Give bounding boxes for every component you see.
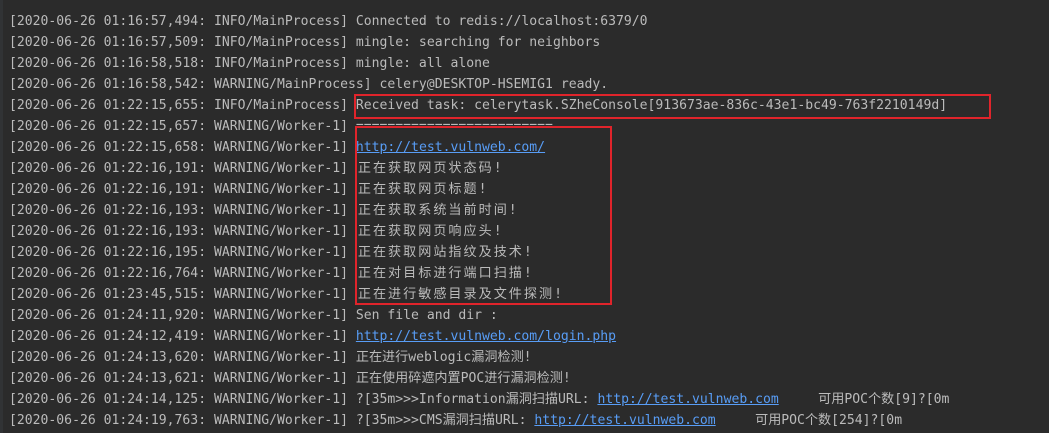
log-line: [2020-06-26 01:22:16,195: WARNING/Worker… (0, 242, 1049, 263)
log-prefix: [2020-06-26 01:22:16,191: WARNING/Worker… (9, 182, 348, 197)
log-prefix: [2020-06-26 01:24:14,125: WARNING/Worker… (9, 392, 348, 407)
log-message: Received task: celerytask.SZheConsole[91… (347, 98, 948, 113)
log-prefix: [2020-06-26 01:22:15,657: WARNING/Worker… (9, 119, 348, 134)
log-prefix: [2020-06-26 01:24:13,620: WARNING/Worker… (9, 350, 348, 365)
log-line: [2020-06-26 01:24:11,920: WARNING/Worker… (0, 305, 1049, 326)
log-line: [2020-06-26 01:22:15,657: WARNING/Worker… (0, 116, 1049, 137)
log-message: Sen file and dir : (347, 308, 498, 323)
log-line: [2020-06-26 01:16:58,542: WARNING/MainPr… (0, 74, 1049, 95)
log-suffix: 可用POC个数[9]?[0m (778, 392, 950, 407)
log-prefix: [2020-06-26 01:24:12,419: WARNING/Worker… (9, 329, 348, 344)
log-link[interactable]: http://test.vulnweb.com/login.php (356, 329, 616, 344)
log-prefix: [2020-06-26 01:23:45,515: WARNING/Worker… (9, 287, 348, 302)
log-message: 正在获取网页状态码! (347, 161, 504, 176)
log-message: mingle: all alone (347, 56, 490, 71)
run-console[interactable]: [2020-06-26 01:16:57,494: INFO/MainProce… (0, 0, 1049, 433)
log-prefix: [2020-06-26 01:22:15,655: INFO/MainProce… (9, 98, 348, 113)
log-prefix: [2020-06-26 01:24:13,621: WARNING/Worker… (9, 371, 348, 386)
log-suffix: 可用POC个数[254]?[0m (715, 413, 903, 428)
log-message: 正在获取网页标题! (347, 182, 489, 197)
log-message: 正在对目标进行端口扫描! (347, 266, 534, 281)
log-prefix: [2020-06-26 01:22:16,764: WARNING/Worker… (9, 266, 348, 281)
log-link[interactable]: http://test.vulnweb.com (534, 413, 715, 428)
log-line: [2020-06-26 01:24:14,125: WARNING/Worker… (0, 389, 1049, 410)
log-prefix: [2020-06-26 01:22:16,191: WARNING/Worker… (9, 161, 348, 176)
log-message: ?[35m>>>CMS漏洞扫描URL: (347, 413, 535, 428)
log-line: [2020-06-26 01:24:13,620: WARNING/Worker… (0, 347, 1049, 368)
log-prefix: [2020-06-26 01:24:11,920: WARNING/Worker… (9, 308, 348, 323)
log-line: [2020-06-26 01:22:16,191: WARNING/Worker… (0, 179, 1049, 200)
log-message: 正在进行weblogic漏洞检测! (347, 350, 532, 365)
log-link[interactable]: http://test.vulnweb.com (597, 392, 778, 407)
log-line: [2020-06-26 01:22:16,193: WARNING/Worker… (0, 221, 1049, 242)
log-prefix: [2020-06-26 01:22:16,195: WARNING/Worker… (9, 245, 348, 260)
log-message: mingle: searching for neighbors (347, 35, 601, 50)
log-message: 正在进行敏感目录及文件探测! (347, 287, 564, 302)
log-line: [2020-06-26 01:22:16,191: WARNING/Worker… (0, 158, 1049, 179)
log-line: [2020-06-26 01:24:12,419: WARNING/Worker… (0, 326, 1049, 347)
log-line: [2020-06-26 01:23:45,515: WARNING/Worker… (0, 284, 1049, 305)
log-message (348, 329, 356, 344)
log-message: 正在获取网页响应头! (347, 224, 504, 239)
log-prefix: [2020-06-26 01:16:57,509: INFO/MainProce… (9, 35, 348, 50)
log-message: 正在获取网站指纹及技术! (347, 245, 534, 260)
log-line: [2020-06-26 01:22:15,655: INFO/MainProce… (0, 95, 1049, 116)
log-message: celery@DESKTOP-HSEMIG1 ready. (371, 77, 609, 92)
log-line: [2020-06-26 01:22:16,193: WARNING/Worker… (0, 200, 1049, 221)
log-prefix: [2020-06-26 01:16:57,494: INFO/MainProce… (9, 14, 348, 29)
log-link[interactable]: http://test.vulnweb.com/ (356, 140, 545, 155)
log-prefix: [2020-06-26 01:22:16,193: WARNING/Worker… (9, 224, 348, 239)
log-line: [2020-06-26 01:24:19,763: WARNING/Worker… (0, 410, 1049, 431)
log-prefix: [2020-06-26 01:22:16,193: WARNING/Worker… (9, 203, 348, 218)
log-line: [2020-06-26 01:16:57,509: INFO/MainProce… (0, 32, 1049, 53)
log-message: 正在获取系统当前时间! (347, 203, 519, 218)
log-message: 正在使用碎遮内置POC进行漏洞检测! (347, 371, 571, 386)
log-line: [2020-06-26 01:16:58,518: INFO/MainProce… (0, 53, 1049, 74)
log-message (348, 140, 356, 155)
log-prefix: [2020-06-26 01:16:58,518: INFO/MainProce… (9, 56, 348, 71)
log-prefix: [2020-06-26 01:24:19,763: WARNING/Worker… (9, 413, 348, 428)
log-message: ?[35m>>>Information漏洞扫描URL: (347, 392, 598, 407)
log-prefix: [2020-06-26 01:22:15,658: WARNING/Worker… (9, 140, 348, 155)
log-message: Connected to redis://localhost:6379/0 (347, 14, 648, 29)
log-line: [2020-06-26 01:22:16,764: WARNING/Worker… (0, 263, 1049, 284)
log-line: [2020-06-26 01:22:15,658: WARNING/Worker… (0, 137, 1049, 158)
log-message: ========================= (347, 119, 553, 134)
log-prefix: [2020-06-26 01:16:58,542: WARNING/MainPr… (9, 77, 372, 92)
log-line: [2020-06-26 01:16:57,494: INFO/MainProce… (0, 11, 1049, 32)
log-line: [2020-06-26 01:24:13,621: WARNING/Worker… (0, 368, 1049, 389)
